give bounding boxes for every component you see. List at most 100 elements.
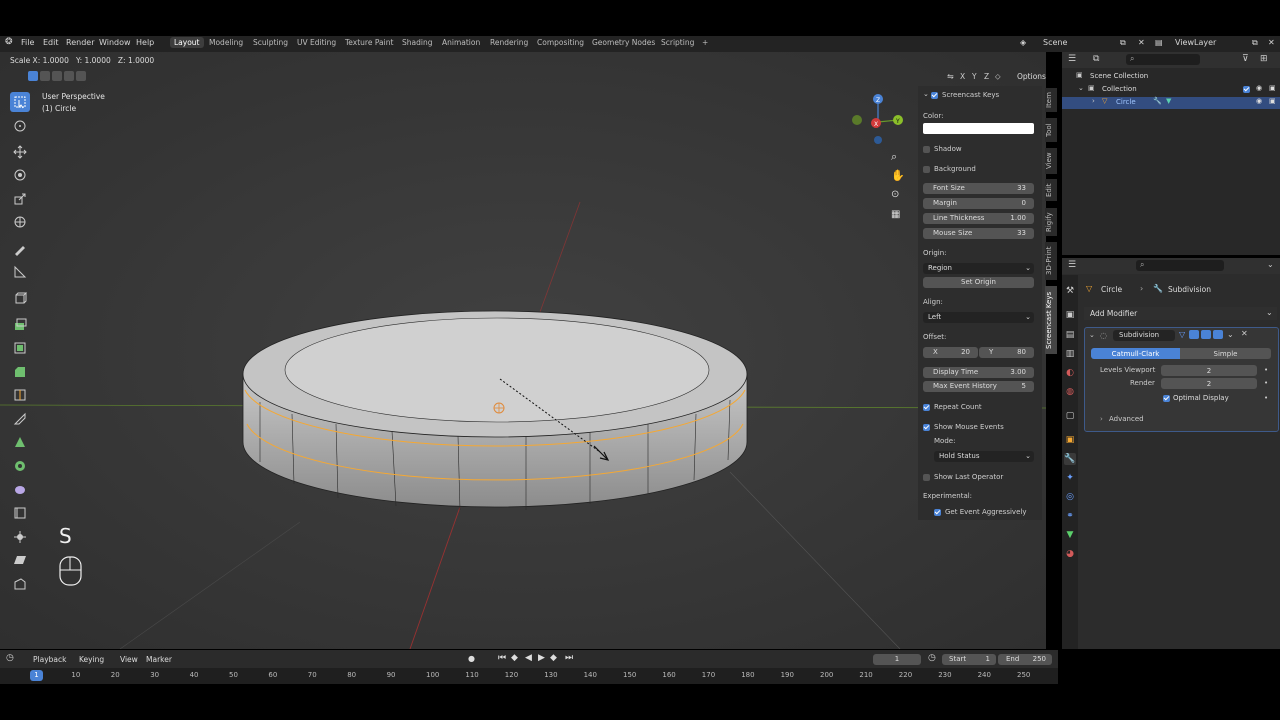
axis-x-toggle[interactable]: X	[960, 72, 965, 81]
tab-sculpting[interactable]: Sculpting	[253, 38, 288, 47]
outliner-editor-icon[interactable]: ☰	[1068, 54, 1076, 64]
offset-y-field[interactable]: Y 80	[979, 347, 1034, 358]
playhead[interactable]: 1	[30, 670, 43, 681]
tab-rigify[interactable]: Rigify	[1045, 208, 1057, 236]
properties-search-input[interactable]: ⌕	[1136, 260, 1224, 271]
grid-view-icon[interactable]: ▦	[891, 209, 900, 220]
data-props-icon[interactable]: ▼	[1064, 529, 1076, 541]
tab-shading[interactable]: Shading	[402, 38, 432, 47]
add-modifier-button[interactable]: Add Modifier ⌄	[1084, 307, 1277, 320]
start-frame-field[interactable]: Start 1	[942, 654, 996, 665]
collection-row[interactable]: ⌄ ▣ Collection ◉ ▣	[1062, 84, 1280, 96]
tab-rendering[interactable]: Rendering	[490, 38, 528, 47]
prev-keyframe-icon[interactable]: ◆	[511, 653, 518, 663]
keyframe-dot-icon[interactable]: •	[1264, 366, 1268, 374]
new-collection-icon[interactable]: ⊞	[1260, 54, 1268, 64]
show-mouse-events-checkbox[interactable]	[923, 424, 930, 431]
edge-slide-tool[interactable]	[10, 503, 30, 523]
preview-range-icon[interactable]: ◷	[928, 653, 936, 663]
extrude-tool[interactable]	[10, 314, 30, 334]
expand-chevron-icon[interactable]: ›	[1100, 415, 1103, 423]
modifier-props-icon[interactable]: 🔧	[1064, 453, 1076, 465]
marker-menu[interactable]: Marker	[146, 655, 172, 664]
scene-name[interactable]: Scene	[1043, 38, 1067, 47]
background-checkbox[interactable]	[923, 166, 930, 173]
rotate-tool[interactable]	[10, 165, 30, 185]
tab-animation[interactable]: Animation	[442, 38, 480, 47]
set-origin-button[interactable]: Set Origin	[923, 277, 1034, 288]
chevron-down-icon[interactable]: ⌄	[1227, 330, 1234, 339]
exclude-checkbox[interactable]	[1243, 86, 1250, 93]
display-mode-icon[interactable]: ⧉	[1093, 54, 1099, 64]
render-props-icon[interactable]: ▣	[1064, 309, 1076, 321]
keyframe-dot-icon[interactable]: •	[1264, 394, 1268, 402]
close-layer-icon[interactable]: ✕	[1268, 38, 1275, 47]
font-size-field[interactable]: Font Size 33	[923, 183, 1034, 194]
physics-props-icon[interactable]: ◎	[1064, 491, 1076, 503]
poly-build-tool[interactable]	[10, 432, 30, 452]
edit-mode-icon[interactable]	[1189, 330, 1199, 339]
select-invert-icon[interactable]	[64, 71, 74, 81]
circle-object-row[interactable]: › ▽ Circle 🔧 ▼ ◉ ▣	[1062, 97, 1280, 109]
menu-window[interactable]: Window	[99, 38, 131, 47]
bevel-tool[interactable]	[10, 362, 30, 382]
world-props-icon[interactable]: ◍	[1064, 386, 1076, 398]
close-icon[interactable]: ✕	[1241, 329, 1248, 338]
menu-render[interactable]: Render	[66, 38, 94, 47]
camera-icon[interactable]: ⊙	[891, 189, 899, 200]
shear-tool[interactable]	[10, 550, 30, 570]
color-swatch[interactable]	[923, 123, 1034, 134]
jump-start-icon[interactable]: ⏮	[498, 653, 506, 663]
select-subtract-icon[interactable]	[52, 71, 62, 81]
rip-tool[interactable]	[10, 574, 30, 594]
collapse-icon[interactable]: ⌄	[923, 90, 929, 98]
axis-z-toggle[interactable]: Z	[984, 72, 989, 81]
select-new-icon[interactable]	[28, 71, 38, 81]
loop-cut-tool[interactable]	[10, 385, 30, 405]
menu-file[interactable]: File	[21, 38, 34, 47]
tool-props-icon[interactable]: ⚒	[1064, 285, 1076, 297]
knife-tool[interactable]	[10, 409, 30, 429]
tab-view[interactable]: View	[1045, 148, 1057, 174]
keyframe-dot-icon[interactable]: •	[1264, 379, 1268, 387]
tab-texture-paint[interactable]: Texture Paint	[345, 38, 393, 47]
optimal-display-checkbox[interactable]	[1163, 395, 1170, 402]
view-layer-icon[interactable]: ▤	[1155, 38, 1163, 47]
menu-help[interactable]: Help	[136, 38, 154, 47]
origin-dropdown[interactable]: Region ⌄	[923, 263, 1034, 274]
camera-render-icon[interactable]: ▣	[1269, 97, 1276, 105]
spin-tool[interactable]	[10, 456, 30, 476]
tab-geometry-nodes[interactable]: Geometry Nodes	[592, 38, 655, 47]
tab-screencast-keys[interactable]: Screencast Keys	[1045, 286, 1057, 354]
modifier-name-field[interactable]: Subdivision	[1113, 330, 1175, 341]
menu-edit[interactable]: Edit	[43, 38, 59, 47]
copy-layer-icon[interactable]: ⧉	[1252, 38, 1258, 48]
realtime-icon[interactable]	[1201, 330, 1211, 339]
jump-end-icon[interactable]: ⏭	[565, 653, 573, 663]
eye-icon[interactable]: ◉	[1256, 84, 1262, 92]
timeline-editor-icon[interactable]: ◷	[6, 653, 14, 663]
cursor-tool[interactable]	[10, 116, 30, 136]
outliner-search-input[interactable]: ⌕	[1126, 54, 1200, 65]
next-keyframe-icon[interactable]: ◆	[550, 653, 557, 663]
transform-tool[interactable]	[10, 212, 30, 232]
play-reverse-icon[interactable]: ◀	[525, 653, 532, 663]
scene-props-icon[interactable]: ◐	[1064, 367, 1076, 379]
end-frame-field[interactable]: End 250	[998, 654, 1052, 665]
collapse-icon[interactable]: ⌄	[1089, 331, 1095, 339]
pin-icon[interactable]: ⬦	[995, 72, 1001, 82]
edit-cage-icon[interactable]: ▽	[1179, 330, 1185, 339]
tab-edit[interactable]: Edit	[1045, 179, 1057, 201]
constraints-props-icon[interactable]: ⚭	[1064, 510, 1076, 522]
material-props-icon[interactable]: ◕	[1064, 548, 1076, 560]
tab-uv-editing[interactable]: UV Editing	[297, 38, 336, 47]
properties-editor-icon[interactable]: ☰	[1068, 260, 1076, 270]
expand-chevron-icon[interactable]: ›	[1092, 97, 1095, 105]
display-time-field[interactable]: Display Time 3.00	[923, 367, 1034, 378]
smooth-tool[interactable]	[10, 479, 30, 499]
levels-viewport-field[interactable]: 2	[1161, 365, 1257, 376]
add-workspace-button[interactable]: +	[702, 38, 708, 47]
scene-icon[interactable]: ◈	[1020, 38, 1026, 47]
output-props-icon[interactable]: ▤	[1064, 329, 1076, 341]
hand-icon[interactable]: ✋	[891, 169, 905, 182]
